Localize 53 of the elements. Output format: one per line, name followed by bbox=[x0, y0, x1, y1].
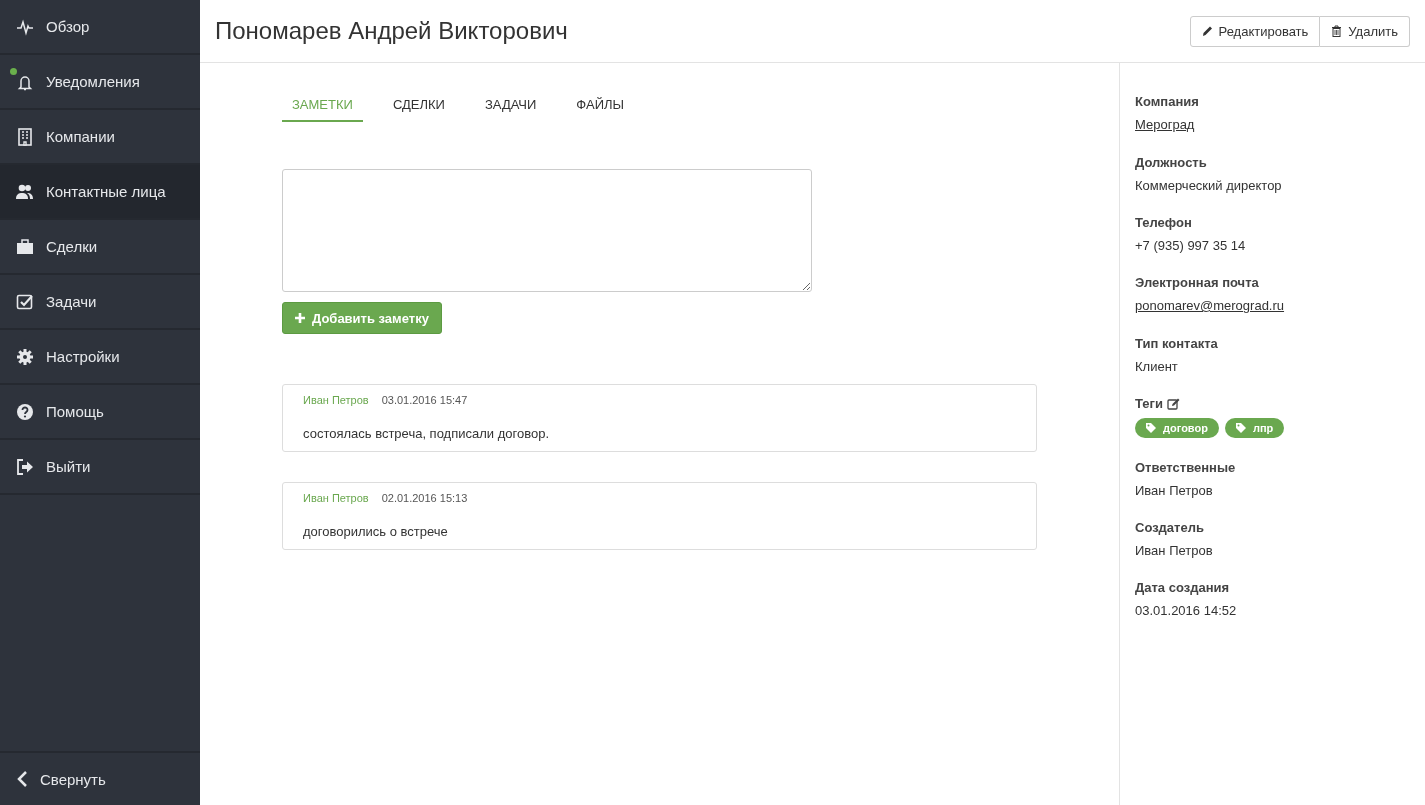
tag-icon bbox=[1146, 423, 1156, 433]
field-label: Телефон bbox=[1135, 215, 1192, 230]
field-label: Электронная почта bbox=[1135, 275, 1259, 290]
field-value: 03.01.2016 14:52 bbox=[1135, 603, 1238, 618]
sidebar-item[interactable]: Обзор bbox=[0, 0, 200, 55]
field-label: Теги bbox=[1135, 396, 1163, 411]
pencil-icon bbox=[1201, 25, 1213, 37]
chevron-left-icon bbox=[16, 771, 28, 787]
field-label: Ответственные bbox=[1135, 460, 1236, 475]
note-input[interactable] bbox=[282, 169, 812, 292]
field-label: Компания bbox=[1135, 94, 1199, 109]
delete-button[interactable]: Удалить bbox=[1320, 15, 1410, 47]
field-value: Иван Петров bbox=[1135, 543, 1214, 558]
note-text: договорились о встрече bbox=[303, 524, 449, 539]
note-text: состоялась встреча, подписали договор. bbox=[303, 426, 551, 441]
sidebar-item[interactable]: Выйти bbox=[0, 440, 200, 495]
checkbox-icon bbox=[16, 292, 34, 311]
sidebar-item[interactable]: Задачи bbox=[0, 275, 200, 330]
note-date: 02.01.2016 15:13 bbox=[381, 492, 468, 504]
building-icon bbox=[16, 127, 34, 146]
tab[interactable]: СДЕЛКИ bbox=[382, 87, 455, 122]
sidebar-item[interactable]: Сделки bbox=[0, 220, 200, 275]
settings-icon bbox=[16, 347, 34, 366]
page-title: Пономарев Андрей Викторович bbox=[215, 17, 568, 45]
plus-icon bbox=[295, 313, 305, 323]
users-icon bbox=[16, 182, 34, 201]
sidebar-item[interactable]: Уведомления bbox=[0, 55, 200, 110]
edit-icon[interactable] bbox=[1166, 397, 1180, 410]
tab[interactable]: ЗАДАЧИ bbox=[474, 87, 547, 122]
collapse-button[interactable]: Свернуть bbox=[0, 751, 200, 805]
sidebar-item[interactable]: Контактные лица bbox=[0, 165, 200, 220]
field-value: Коммерческий директор bbox=[1135, 178, 1283, 193]
note-date: 03.01.2016 15:47 bbox=[381, 394, 468, 406]
field-label: Создатель bbox=[1135, 520, 1204, 535]
help-icon bbox=[16, 402, 34, 421]
sidebar-item[interactable]: Помощь bbox=[0, 385, 200, 440]
field-value: Клиент bbox=[1135, 359, 1179, 374]
field-link[interactable]: ponomarev@merograd.ru bbox=[1135, 298, 1285, 313]
field-label: Должность bbox=[1135, 155, 1207, 170]
note-author: Иван Петров bbox=[303, 394, 369, 406]
edit-button[interactable]: Редактировать bbox=[1189, 15, 1321, 47]
field-label: Дата создания bbox=[1135, 580, 1230, 595]
exit-icon bbox=[16, 457, 34, 476]
briefcase-icon bbox=[16, 237, 34, 256]
sidebar-item[interactable]: Настройки bbox=[0, 330, 200, 385]
note-author: Иван Петров bbox=[303, 492, 369, 504]
field-value: +7 (935) 997 35 14 bbox=[1135, 238, 1247, 253]
tab[interactable]: ФАЙЛЫ bbox=[566, 87, 634, 122]
field-label: Тип контакта bbox=[1135, 336, 1218, 351]
field-value: Иван Петров bbox=[1135, 483, 1214, 498]
trash-icon bbox=[1331, 25, 1343, 37]
field-link[interactable]: Мероград bbox=[1135, 117, 1195, 132]
tag-icon bbox=[1235, 423, 1246, 433]
